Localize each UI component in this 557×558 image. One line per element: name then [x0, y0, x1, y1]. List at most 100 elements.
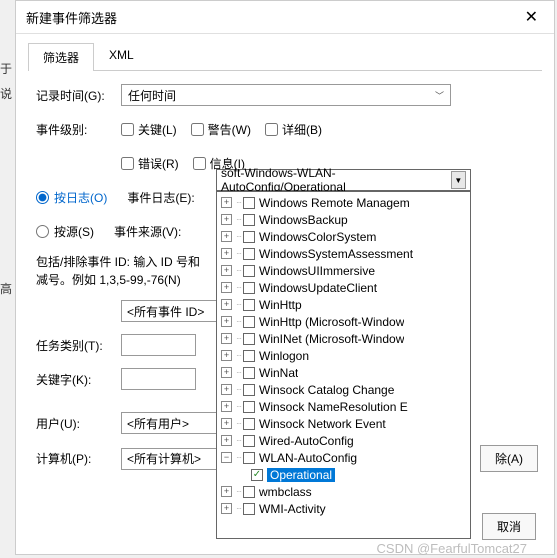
tree-checkbox[interactable]: [243, 231, 255, 243]
tree-node[interactable]: +···WindowsBackup: [217, 211, 470, 228]
tree-checkbox[interactable]: [243, 316, 255, 328]
plus-icon[interactable]: +: [221, 367, 232, 378]
label-event-log: 事件日志(E):: [127, 189, 194, 206]
tree-label: Winlogon: [259, 349, 309, 363]
tree-node[interactable]: +···Winsock NameResolution E: [217, 398, 470, 415]
label-logged: 记录时间(G):: [36, 87, 121, 104]
chk-warning[interactable]: 警告(W): [191, 121, 251, 138]
plus-icon[interactable]: +: [221, 214, 232, 225]
tree-label: WLAN-AutoConfig: [259, 451, 357, 465]
tree-checkbox[interactable]: [243, 350, 255, 362]
tree-node[interactable]: +···Winsock Network Event: [217, 415, 470, 432]
clear-button[interactable]: 除(A): [480, 445, 538, 472]
tree-node[interactable]: +···WindowsUIImmersive: [217, 262, 470, 279]
plus-icon[interactable]: +: [221, 282, 232, 293]
hint-text2: 减号。例如 1,3,5-99,-76(N): [36, 273, 181, 287]
plus-icon[interactable]: +: [221, 435, 232, 446]
tree-checkbox[interactable]: [243, 197, 255, 209]
plus-icon[interactable]: +: [221, 299, 232, 310]
plus-icon[interactable]: +: [221, 197, 232, 208]
radio-by-log[interactable]: 按日志(O): [36, 189, 107, 206]
tree-node[interactable]: +···wmbclass: [217, 483, 470, 500]
tree-checkbox[interactable]: [243, 265, 255, 277]
tree-node[interactable]: +···WMI-Activity: [217, 500, 470, 517]
event-log-combo[interactable]: soft-Windows-WLAN-AutoConfig/Operational…: [216, 169, 471, 191]
tree-dots: ···: [236, 249, 241, 258]
plus-icon[interactable]: +: [221, 333, 232, 344]
tree-checkbox[interactable]: [243, 401, 255, 413]
tab-filter[interactable]: 筛选器: [28, 43, 94, 71]
event-id-input[interactable]: <所有事件 ID>: [121, 300, 231, 322]
tree-checkbox[interactable]: [243, 333, 255, 345]
tree-checkbox[interactable]: [243, 452, 255, 464]
tree-dots: ···: [236, 283, 241, 292]
bg-char: 说: [0, 85, 14, 102]
tree-dots: ···: [236, 419, 241, 428]
tree-checkbox[interactable]: [243, 214, 255, 226]
tree-node[interactable]: +···WinINet (Microsoft-Window: [217, 330, 470, 347]
plus-icon[interactable]: +: [221, 384, 232, 395]
hint-text: 包括/排除事件 ID: 输入 ID 号和: [36, 255, 200, 269]
tree-node[interactable]: +···WinNat: [217, 364, 470, 381]
plus-icon[interactable]: +: [221, 231, 232, 242]
plus-icon[interactable]: +: [221, 503, 232, 514]
bg-char: 高: [0, 280, 14, 297]
keyword-select[interactable]: [121, 368, 196, 390]
tab-xml[interactable]: XML: [94, 42, 149, 70]
tree-node[interactable]: + ··· Winsock Catalog Change: [217, 381, 470, 398]
user-input[interactable]: <所有用户>: [121, 412, 231, 434]
tree-checkbox[interactable]: [243, 418, 255, 430]
plus-icon[interactable]: +: [221, 486, 232, 497]
radio-by-source[interactable]: 按源(S): [36, 223, 94, 240]
bg-char: 于: [0, 60, 14, 77]
tree-node[interactable]: +···WinHttp (Microsoft-Window: [217, 313, 470, 330]
task-select[interactable]: [121, 334, 196, 356]
tree-checkbox[interactable]: [243, 486, 255, 498]
plus-icon[interactable]: +: [221, 265, 232, 276]
tree-label: Windows Remote Managem: [259, 196, 410, 210]
tree-node[interactable]: + ··· WindowsSystemAssessment: [217, 245, 470, 262]
tree-checkbox[interactable]: [243, 384, 255, 396]
label-event-source: 事件来源(V):: [114, 223, 181, 240]
tree-node[interactable]: +···Winlogon: [217, 347, 470, 364]
plus-icon[interactable]: +: [221, 316, 232, 327]
tree-checkbox[interactable]: [243, 435, 255, 447]
tree-node[interactable]: +···WindowsUpdateClient: [217, 279, 470, 296]
plus-icon[interactable]: +: [221, 401, 232, 412]
tree-checkbox[interactable]: [243, 503, 255, 515]
tree-node[interactable]: +···WinHttp: [217, 296, 470, 313]
tree-checkbox[interactable]: [243, 367, 255, 379]
tree-node[interactable]: +···WindowsColorSystem: [217, 228, 470, 245]
close-icon[interactable]: ✕: [519, 7, 544, 27]
chk-critical[interactable]: 关键(L): [121, 121, 177, 138]
chk-error[interactable]: 错误(R): [121, 155, 179, 172]
event-log-tree[interactable]: +···Windows Remote Managem+···WindowsBac…: [216, 191, 471, 539]
chk-verbose[interactable]: 详细(B): [265, 121, 322, 138]
tree-checkbox[interactable]: [243, 299, 255, 311]
tree-label: Winsock Catalog Change: [259, 383, 394, 397]
event-log-value: soft-Windows-WLAN-AutoConfig/Operational: [221, 166, 451, 194]
tree-dots: ···: [236, 317, 241, 326]
label-task: 任务类别(T):: [36, 337, 121, 354]
tree-node[interactable]: +···Wired-AutoConfig: [217, 432, 470, 449]
tree-label: WindowsSystemAssessment: [259, 247, 413, 261]
tree-node[interactable]: −···WLAN-AutoConfig: [217, 449, 470, 466]
tree-checkbox[interactable]: ✓: [251, 469, 263, 481]
tree-label: wmbclass: [259, 485, 312, 499]
tree-node[interactable]: +···Windows Remote Managem: [217, 194, 470, 211]
plus-icon[interactable]: +: [221, 418, 232, 429]
label-keyword: 关键字(K):: [36, 371, 121, 388]
plus-icon[interactable]: +: [221, 248, 232, 259]
tree-node-child[interactable]: ✓Operational: [217, 466, 470, 483]
tree-dots: ···: [236, 436, 241, 445]
plus-icon[interactable]: +: [221, 350, 232, 361]
cancel-button[interactable]: 取消: [482, 513, 536, 540]
tree-checkbox[interactable]: [243, 282, 255, 294]
minus-icon[interactable]: −: [221, 452, 232, 463]
tree-label: WindowsColorSystem: [259, 230, 376, 244]
computer-input[interactable]: <所有计算机>: [121, 448, 231, 470]
logged-select[interactable]: 任何时间 ﹀: [121, 84, 451, 106]
tree-checkbox[interactable]: [243, 248, 255, 260]
dropdown-arrow-icon[interactable]: ▼: [451, 171, 466, 189]
tree-dots: ···: [236, 385, 241, 394]
